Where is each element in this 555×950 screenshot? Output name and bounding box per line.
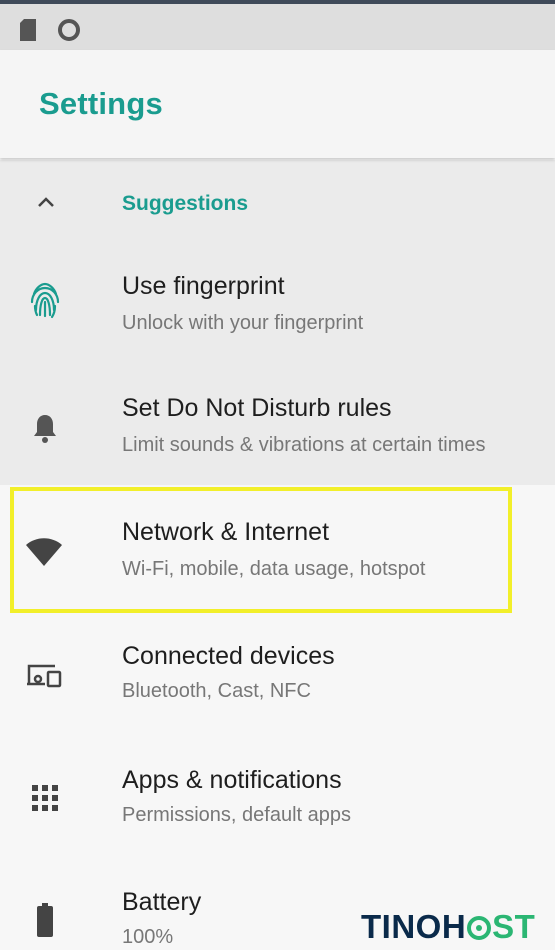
- wifi-icon: [24, 532, 64, 572]
- bell-icon: [25, 408, 65, 448]
- settings-item-title: Apps & notifications: [122, 766, 342, 794]
- watermark-text-2: ST: [492, 908, 536, 945]
- suggestion-subtitle: Unlock with your fingerprint: [122, 312, 364, 334]
- sim-card-icon: [18, 18, 38, 47]
- suggestions-label: Suggestions: [122, 192, 249, 215]
- suggestion-item-fingerprint[interactable]: Use fingerprint Unlock with your fingerp…: [0, 246, 555, 366]
- watermark-o-icon: [466, 908, 492, 945]
- settings-item-subtitle: Bluetooth, Cast, NFC: [122, 680, 311, 702]
- devices-icon: [25, 656, 65, 696]
- settings-item-title: Battery: [122, 888, 202, 916]
- settings-item-connected-devices[interactable]: Connected devices Bluetooth, Cast, NFC: [0, 614, 555, 734]
- chevron-up-icon[interactable]: [26, 182, 66, 222]
- settings-item-subtitle: 100%: [122, 926, 174, 948]
- suggestion-item-dnd[interactable]: Set Do Not Disturb rules Limit sounds & …: [0, 366, 555, 486]
- page-title: Settings: [39, 86, 163, 121]
- suggestions-section: Suggestions Use fingerprint Unlock with …: [0, 160, 555, 485]
- suggestion-title: Set Do Not Disturb rules: [122, 394, 392, 422]
- settings-item-network[interactable]: Network & Internet Wi-Fi, mobile, data u…: [0, 490, 555, 610]
- circle-status-icon: [56, 18, 82, 47]
- settings-item-title: Connected devices: [122, 642, 335, 670]
- battery-icon: [25, 900, 65, 940]
- suggestions-header[interactable]: Suggestions: [0, 160, 555, 246]
- suggestion-subtitle: Limit sounds & vibrations at certain tim…: [122, 434, 486, 456]
- apps-grid-icon: [25, 778, 65, 818]
- fingerprint-icon: [25, 280, 65, 320]
- settings-item-subtitle: Permissions, default apps: [122, 804, 352, 826]
- status-bar: [0, 4, 555, 50]
- settings-item-title: Network & Internet: [122, 518, 330, 546]
- settings-item-subtitle: Wi-Fi, mobile, data usage, hotspot: [122, 558, 426, 580]
- watermark-text-1: TINOH: [361, 908, 467, 945]
- suggestion-title: Use fingerprint: [122, 272, 285, 300]
- settings-item-apps[interactable]: Apps & notifications Permissions, defaul…: [0, 738, 555, 858]
- watermark-logo: TINOH ST: [361, 908, 535, 946]
- app-bar: Settings: [0, 50, 555, 158]
